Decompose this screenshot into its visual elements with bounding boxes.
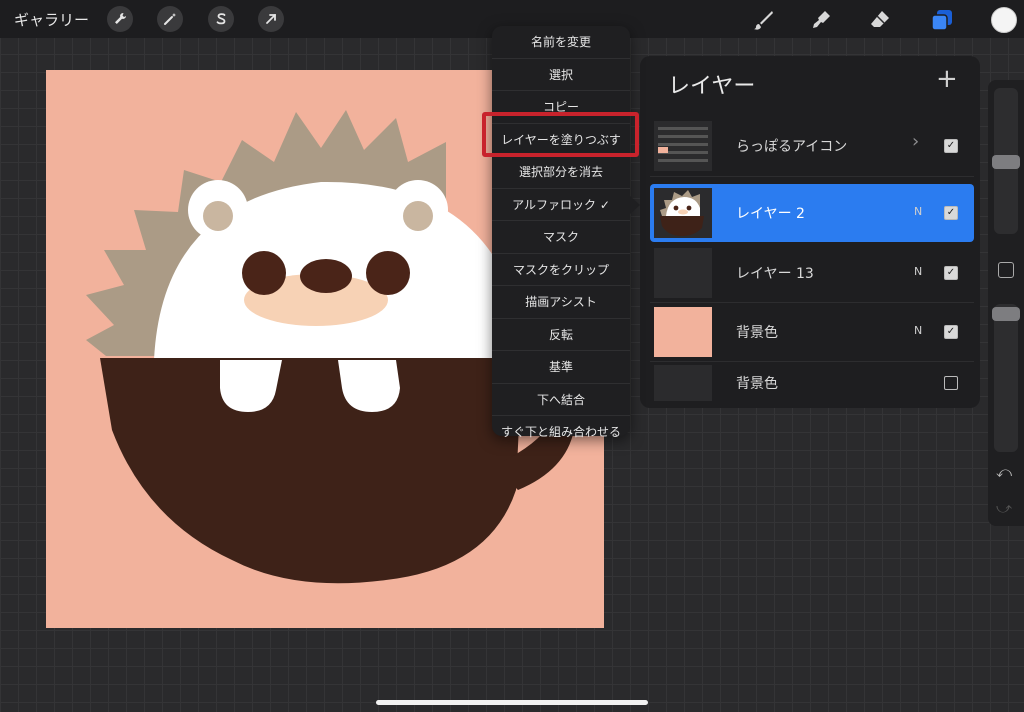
brush-icon[interactable] <box>750 6 778 34</box>
layer-visibility-checkbox[interactable]: ✓ <box>944 139 958 153</box>
highlight-box <box>482 112 639 157</box>
brush-size-knob[interactable] <box>992 155 1020 169</box>
menu-item-invert[interactable]: 反転 <box>492 319 630 351</box>
layer-row-group[interactable]: らっぽるアイコン › ✓ <box>650 117 974 175</box>
layer-visibility-checkbox[interactable]: ✓ <box>944 325 958 339</box>
magic-wand-icon[interactable] <box>157 6 183 32</box>
home-indicator[interactable] <box>376 700 648 705</box>
layers-panel-title: レイヤー <box>668 74 756 99</box>
layer-visibility-checkbox[interactable]: ✓ <box>944 266 958 280</box>
menu-item-mask[interactable]: マスク <box>492 221 630 254</box>
layer-row[interactable]: 背景色 <box>650 361 974 405</box>
layer-row[interactable]: 背景色 N ✓ <box>650 303 974 361</box>
undo-icon[interactable]: ⤺ <box>996 463 1012 481</box>
layer-name: レイヤー 2 <box>736 206 805 222</box>
menu-item-alpha-lock[interactable]: アルファロック ✓ <box>492 189 630 221</box>
add-layer-button[interactable]: + <box>936 64 958 94</box>
layer-thumbnail <box>654 248 712 298</box>
layer-name: 背景色 <box>736 325 778 341</box>
layers-icon[interactable] <box>928 6 956 34</box>
chevron-right-icon[interactable]: › <box>912 131 919 152</box>
eraser-icon[interactable] <box>866 6 894 34</box>
menu-item-drawing-assist[interactable]: 描画アシスト <box>492 286 630 319</box>
layer-row-selected[interactable]: レイヤー 2 N ✓ <box>650 184 974 242</box>
opacity-knob[interactable] <box>992 307 1020 321</box>
layer-thumbnail <box>654 188 712 238</box>
layer-thumbnail <box>654 307 712 357</box>
menu-item-combine-down[interactable]: すぐ下と組み合わせる <box>492 416 630 448</box>
smudge-icon[interactable] <box>807 6 835 34</box>
menu-item-clipping-mask[interactable]: マスクをクリップ <box>492 254 630 286</box>
opacity-slider[interactable] <box>994 304 1018 452</box>
layer-name: レイヤー 13 <box>736 266 814 282</box>
side-tool-bar: ⤺ ⤻ <box>988 80 1024 526</box>
gallery-button[interactable]: ギャラリー <box>14 9 89 30</box>
menu-item-merge-down[interactable]: 下へ結合 <box>492 384 630 416</box>
menu-item-rename[interactable]: 名前を変更 <box>492 26 630 59</box>
layer-thumbnail <box>654 121 712 171</box>
layers-panel: レイヤー + らっぽるアイコン › ✓ レイヤー 2 N ✓ レイヤー 13 N… <box>640 56 980 408</box>
blend-mode-label[interactable]: N <box>914 265 922 278</box>
layer-row[interactable]: レイヤー 13 N ✓ <box>650 244 974 302</box>
blend-mode-label[interactable]: N <box>914 324 922 337</box>
modify-button[interactable] <box>998 262 1014 278</box>
menu-item-reference[interactable]: 基準 <box>492 351 630 384</box>
redo-icon[interactable]: ⤻ <box>996 499 1012 517</box>
layer-thumbnail <box>654 365 712 401</box>
layer-visibility-checkbox[interactable] <box>944 376 958 390</box>
layer-name: 背景色 <box>736 376 778 392</box>
layer-visibility-checkbox[interactable]: ✓ <box>944 206 958 220</box>
divider <box>650 176 974 177</box>
wrench-icon[interactable] <box>107 6 133 32</box>
transform-arrow-icon[interactable] <box>258 6 284 32</box>
menu-pointer-arrow <box>630 196 640 214</box>
menu-item-clear-selection[interactable]: 選択部分を消去 <box>492 156 630 189</box>
menu-item-select[interactable]: 選択 <box>492 59 630 91</box>
selection-s-icon[interactable] <box>208 6 234 32</box>
blend-mode-label[interactable]: N <box>914 205 922 218</box>
color-picker-swatch[interactable] <box>991 7 1017 33</box>
layer-name: らっぽるアイコン <box>736 139 848 155</box>
layer-options-menu: 名前を変更 選択 コピー レイヤーを塗りつぶす 選択部分を消去 アルファロック … <box>492 26 630 439</box>
